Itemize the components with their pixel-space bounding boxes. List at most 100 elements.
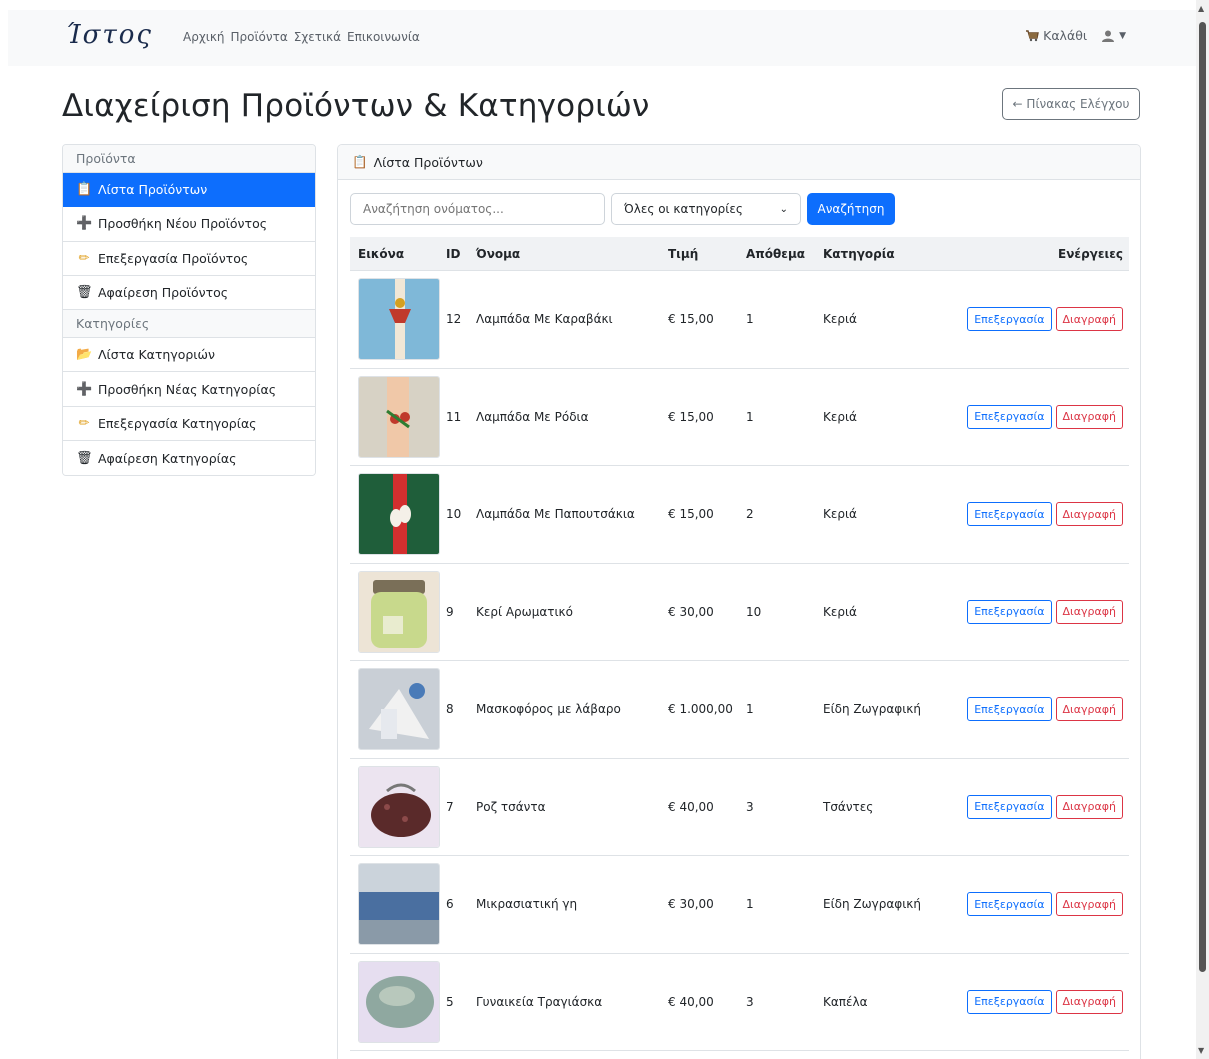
product-thumbnail[interactable] bbox=[358, 473, 440, 556]
delete-button[interactable]: Διαγραφή bbox=[1055, 502, 1123, 527]
edit-button[interactable]: Επεξεργασία bbox=[967, 307, 1052, 332]
edit-button[interactable]: Επεξεργασία bbox=[967, 989, 1052, 1014]
delete-button[interactable]: Διαγραφή bbox=[1055, 989, 1123, 1014]
column-header-actions: Ενέργειες bbox=[1058, 246, 1123, 261]
product-thumbnail[interactable] bbox=[358, 375, 440, 458]
table-row: 5 Γυναικεία Τραγιάσκα € 40,00 3 Καπέλα Ε… bbox=[350, 954, 1129, 1051]
nav-link-home[interactable]: Αρχική bbox=[183, 30, 225, 44]
nav-link-contact[interactable]: Επικοινωνία bbox=[347, 30, 420, 44]
product-id: 6 bbox=[446, 897, 454, 912]
edit-button[interactable]: Επεξεργασία bbox=[967, 697, 1052, 722]
product-thumbnail[interactable] bbox=[358, 765, 440, 848]
product-category: Είδη Ζωγραφική bbox=[823, 702, 921, 717]
scrollbar[interactable]: ▲ ▼ bbox=[1196, 0, 1209, 1059]
search-input[interactable] bbox=[350, 193, 605, 225]
sidebar-item-add-category[interactable]: ➕ Προσθήκη Νέας Κατηγορίας bbox=[63, 372, 315, 407]
sidebar-item-remove-category[interactable]: 🗑 Αφαίρεση Κατηγορίας bbox=[63, 441, 315, 476]
sidebar-item-edit-category[interactable]: ✏ Επεξεργασία Κατηγορίας bbox=[63, 406, 315, 442]
page-title: Διαχείριση Προϊόντων & Κατηγοριών bbox=[62, 88, 650, 124]
row-actions: Επεξεργασία Διαγραφή bbox=[963, 989, 1129, 1014]
sidebar-item-label: Προσθήκη Νέου Προϊόντος bbox=[98, 216, 268, 232]
product-name: Ροζ τσάντα bbox=[476, 799, 546, 814]
sidebar-item-category-list[interactable]: 📂 Λίστα Κατηγοριών bbox=[63, 338, 315, 373]
row-actions: Επεξεργασία Διαγραφή bbox=[963, 697, 1129, 722]
scroll-up-arrow-icon[interactable]: ▲ bbox=[1198, 4, 1204, 13]
scrollbar-thumb[interactable] bbox=[1199, 22, 1206, 972]
product-image-cell bbox=[350, 473, 446, 556]
product-id: 7 bbox=[446, 799, 454, 814]
delete-button[interactable]: Διαγραφή bbox=[1055, 599, 1123, 624]
sidebar: Προϊόντα 📋 Λίστα Προϊόντων ➕ Προσθήκη Νέ… bbox=[62, 144, 316, 477]
column-header-stock[interactable]: Απόθεμα bbox=[746, 247, 823, 261]
row-actions: Επεξεργασία Διαγραφή bbox=[963, 892, 1129, 917]
product-stock: 1 bbox=[746, 897, 754, 912]
product-thumbnail[interactable] bbox=[358, 863, 440, 946]
product-category: Είδη Ζωγραφική bbox=[823, 897, 921, 912]
column-header-name[interactable]: Όνομα bbox=[476, 247, 668, 261]
edit-button[interactable]: Επεξεργασία bbox=[967, 404, 1052, 429]
product-category: Κεριά bbox=[823, 409, 857, 424]
column-header-image[interactable]: Εικόνα bbox=[350, 247, 446, 261]
nav-link-products[interactable]: Προϊόντα bbox=[231, 30, 288, 44]
product-list-card: 📋 Λίστα Προϊόντων Όλες οι κατηγορίες ⌄ Α… bbox=[337, 144, 1141, 1059]
delete-button[interactable]: Διαγραφή bbox=[1055, 307, 1123, 332]
product-price: € 15,00 bbox=[668, 507, 714, 522]
product-category: Κεριά bbox=[823, 312, 857, 327]
product-image-cell bbox=[350, 278, 446, 361]
brand-logo[interactable]: Ίστος bbox=[66, 20, 153, 50]
sidebar-item-add-product[interactable]: ➕ Προσθήκη Νέου Προϊόντος bbox=[63, 207, 315, 242]
delete-button[interactable]: Διαγραφή bbox=[1055, 794, 1123, 819]
product-category: Κεριά bbox=[823, 507, 857, 522]
category-select[interactable]: Όλες οι κατηγορίες ⌄ bbox=[611, 193, 801, 225]
cart-link[interactable]: Καλάθι bbox=[1025, 28, 1087, 43]
column-header-id[interactable]: ID bbox=[446, 247, 476, 261]
category-select-value: Όλες οι κατηγορίες bbox=[624, 202, 743, 216]
user-menu[interactable]: ▼ bbox=[1101, 29, 1126, 43]
delete-button[interactable]: Διαγραφή bbox=[1055, 697, 1123, 722]
nav-link-about[interactable]: Σχετικά bbox=[294, 30, 341, 44]
sidebar-item-label: Προσθήκη Νέας Κατηγορίας bbox=[98, 381, 277, 397]
sidebar-item-product-list[interactable]: 📋 Λίστα Προϊόντων bbox=[63, 173, 315, 208]
column-header-price[interactable]: Τιμή bbox=[668, 247, 746, 261]
edit-button[interactable]: Επεξεργασία bbox=[967, 599, 1052, 624]
clipboard-icon: 📋 bbox=[76, 182, 93, 198]
plus-icon: ➕ bbox=[76, 216, 93, 232]
dashboard-button[interactable]: ← Πίνακας Ελέγχου bbox=[1002, 88, 1140, 120]
trash-icon: 🗑 bbox=[76, 285, 93, 301]
product-thumbnail[interactable] bbox=[358, 668, 440, 751]
product-image-cell bbox=[350, 863, 446, 946]
edit-button[interactable]: Επεξεργασία bbox=[967, 892, 1052, 917]
scroll-down-arrow-icon[interactable]: ▼ bbox=[1198, 1046, 1204, 1055]
product-stock: 1 bbox=[746, 312, 754, 327]
table-row: 10 Λαμπάδα Με Παπουτσάκια € 15,00 2 Κερι… bbox=[350, 466, 1129, 564]
product-thumbnail[interactable] bbox=[358, 278, 440, 361]
plus-icon: ➕ bbox=[76, 381, 93, 397]
sidebar-item-label: Επεξεργασία Κατηγορίας bbox=[98, 415, 257, 431]
edit-button[interactable]: Επεξεργασία bbox=[967, 502, 1052, 527]
product-name: Γυναικεία Τραγιάσκα bbox=[476, 994, 603, 1009]
product-image-cell bbox=[350, 765, 446, 848]
table-row: 8 Μασκοφόρος με λάβαρο € 1.000,00 1 Είδη… bbox=[350, 661, 1129, 759]
sidebar-item-edit-product[interactable]: ✏ Επεξεργασία Προϊόντος bbox=[63, 241, 315, 276]
row-actions: Επεξεργασία Διαγραφή bbox=[963, 794, 1129, 819]
product-stock: 3 bbox=[746, 994, 754, 1009]
table-row: 9 Κερί Αρωματικό € 30,00 10 Κεριά Επεξερ… bbox=[350, 564, 1129, 661]
search-button[interactable]: Αναζήτηση bbox=[807, 193, 895, 225]
sidebar-item-remove-product[interactable]: 🗑 Αφαίρεση Προϊόντος bbox=[63, 275, 315, 311]
edit-button[interactable]: Επεξεργασία bbox=[967, 794, 1052, 819]
product-id: 8 bbox=[446, 702, 454, 717]
product-name: Λαμπάδα Με Καραβάκι bbox=[476, 312, 613, 327]
product-thumbnail[interactable] bbox=[358, 960, 440, 1043]
product-name: Μασκοφόρος με λάβαρο bbox=[476, 702, 621, 717]
delete-button[interactable]: Διαγραφή bbox=[1055, 892, 1123, 917]
column-header-category[interactable]: Κατηγορία bbox=[823, 247, 963, 261]
card-title: Λίστα Προϊόντων bbox=[373, 154, 483, 170]
delete-button[interactable]: Διαγραφή bbox=[1055, 404, 1123, 429]
product-thumbnail[interactable] bbox=[358, 570, 440, 653]
product-name: Μικρασιατική γη bbox=[476, 897, 578, 912]
product-category: Καπέλα bbox=[823, 994, 868, 1009]
table-row: 7 Ροζ τσάντα € 40,00 3 Τσάντες Επεξεργασ… bbox=[350, 759, 1129, 856]
product-image-cell bbox=[350, 668, 446, 751]
products-table: Εικόνα ID Όνομα Τιμή Απόθεμα Κατηγορία Ε… bbox=[350, 237, 1129, 1051]
trash-icon: 🗑 bbox=[76, 450, 93, 466]
